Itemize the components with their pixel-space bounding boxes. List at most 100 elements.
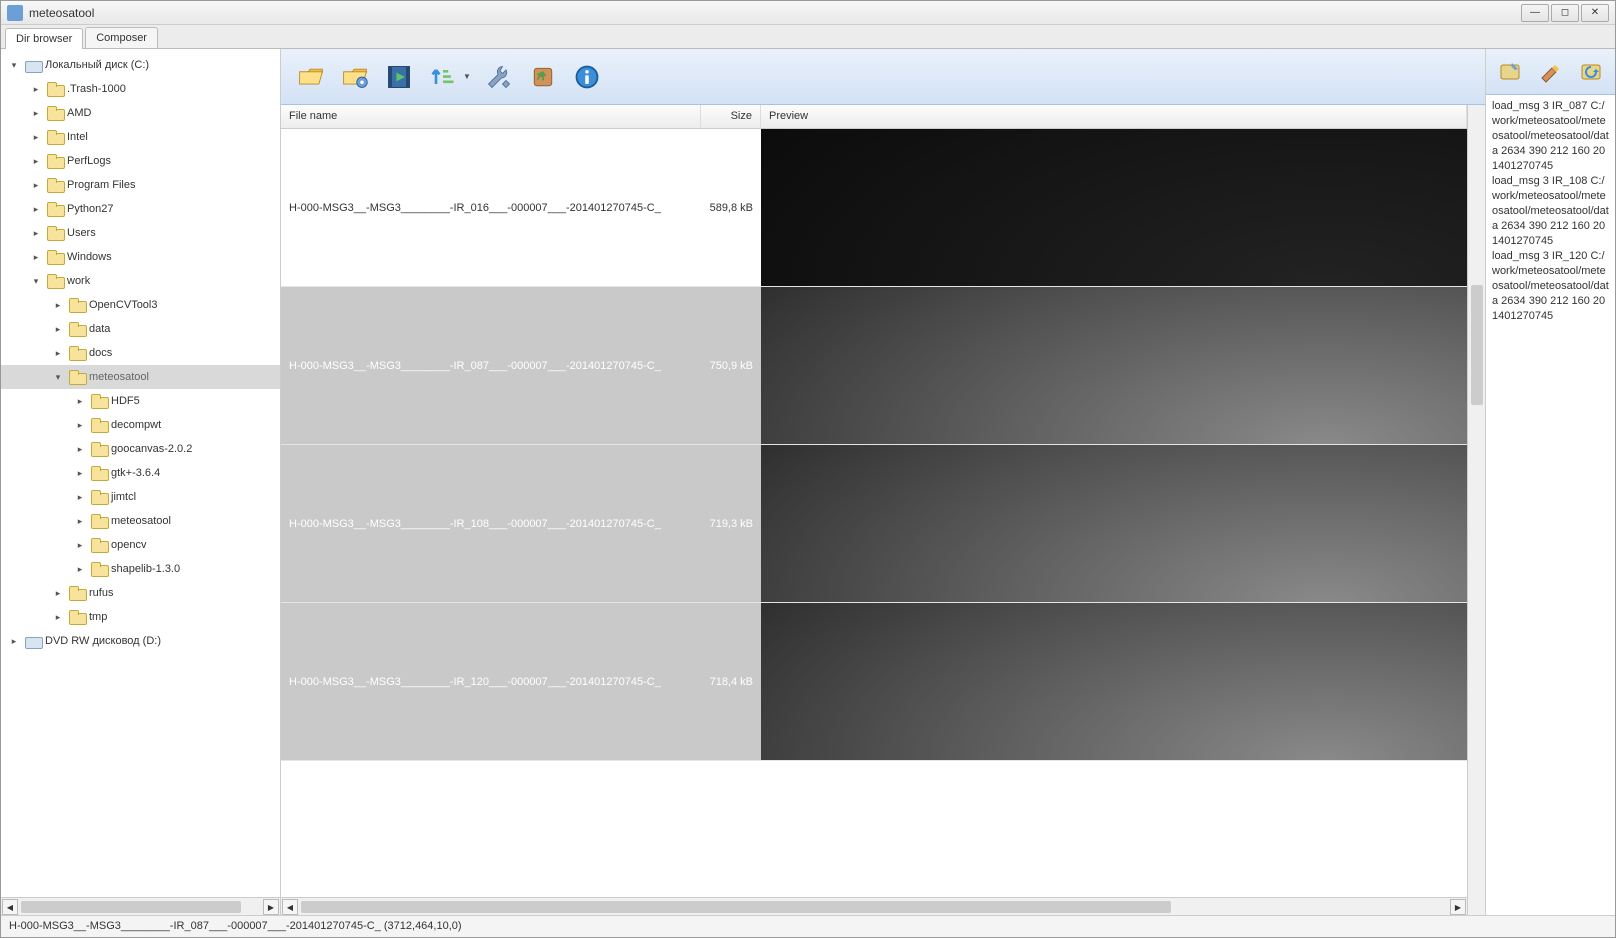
sort-dropdown-arrow-icon[interactable]: ▼ — [463, 72, 471, 81]
film-play-button[interactable] — [383, 61, 415, 93]
tree-node[interactable]: ▸PerfLogs — [1, 149, 280, 173]
expand-icon[interactable]: ▸ — [29, 180, 43, 191]
main-panel: ▼ File name Size Preview — [281, 49, 1485, 915]
folder-icon — [91, 514, 107, 528]
tree-node[interactable]: ▸ .Trash-1000 — [1, 77, 280, 101]
tree-node[interactable]: ▾work — [1, 269, 280, 293]
tree-node[interactable]: ▸Users — [1, 221, 280, 245]
console-clear-button[interactable] — [1536, 58, 1564, 86]
tools-button[interactable] — [483, 61, 515, 93]
expand-icon[interactable]: ▸ — [73, 564, 87, 575]
tree-node[interactable]: ▸decompwt — [1, 413, 280, 437]
tree-node[interactable]: ▸ docs — [1, 341, 280, 365]
expand-icon[interactable]: ▸ — [73, 444, 87, 455]
tree-node[interactable]: ▸Python27 — [1, 197, 280, 221]
expand-icon[interactable]: ▸ — [73, 468, 87, 479]
expand-icon[interactable]: ▸ — [51, 300, 65, 311]
col-preview[interactable]: Preview — [761, 105, 1467, 128]
expand-icon[interactable]: ▸ — [29, 132, 43, 143]
file-preview — [761, 287, 1467, 444]
filelist-hscrollbar[interactable]: ◀ ▶ — [281, 897, 1467, 915]
expand-icon[interactable]: ▸ — [73, 516, 87, 527]
close-button[interactable]: ✕ — [1581, 4, 1609, 22]
expand-icon[interactable]: ▸ — [51, 324, 65, 335]
col-filename[interactable]: File name — [281, 105, 701, 128]
tab-composer[interactable]: Composer — [85, 27, 158, 48]
sort-button[interactable] — [427, 61, 459, 93]
tree-node-label: Локальный диск (C:) — [45, 59, 149, 71]
expand-icon[interactable]: ▸ — [73, 492, 87, 503]
file-name: H-000-MSG3__-MSG3________-IR_108___-0000… — [281, 518, 701, 530]
console-run-button[interactable] — [1496, 58, 1524, 86]
folder-icon — [69, 586, 85, 600]
tree-node[interactable]: ▸ tmp — [1, 605, 280, 629]
info-button[interactable] — [571, 61, 603, 93]
collapse-icon[interactable]: ▾ — [29, 276, 43, 287]
tree-node[interactable]: ▸OpenCVTool3 — [1, 293, 280, 317]
scrollbar-thumb[interactable] — [1471, 285, 1483, 405]
col-size[interactable]: Size — [701, 105, 761, 128]
tree-node[interactable]: ▸Program Files — [1, 173, 280, 197]
tree-node[interactable]: ▸HDF5 — [1, 389, 280, 413]
tree-node-label: docs — [89, 347, 112, 359]
tree-node-label: tmp — [89, 611, 107, 623]
tree-node[interactable]: ▸opencv — [1, 533, 280, 557]
file-row[interactable]: H-000-MSG3__-MSG3________-IR_016___-0000… — [281, 129, 1467, 287]
tree-node[interactable]: ▸goocanvas-2.0.2 — [1, 437, 280, 461]
tree-node[interactable]: ▸gtk+-3.6.4 — [1, 461, 280, 485]
app-window: meteosatool — ◻ ✕ Dir browser Composer ▾… — [0, 0, 1616, 938]
tree-node-label: AMD — [67, 107, 91, 119]
expand-icon[interactable]: ▸ — [73, 396, 87, 407]
expand-icon[interactable]: ▸ — [29, 84, 43, 95]
tree-node-label: .Trash-1000 — [67, 83, 126, 95]
scroll-left-icon[interactable]: ◀ — [2, 899, 18, 915]
file-row[interactable]: H-000-MSG3__-MSG3________-IR_120___-0000… — [281, 603, 1467, 761]
expand-icon[interactable]: ▸ — [29, 108, 43, 119]
scrollbar-thumb[interactable] — [301, 901, 1171, 913]
file-row[interactable]: H-000-MSG3__-MSG3________-IR_108___-0000… — [281, 445, 1467, 603]
tree-node[interactable]: ▸data — [1, 317, 280, 341]
tree-node[interactable]: ▾ Локальный диск (C:) — [1, 53, 280, 77]
expand-icon[interactable]: ▸ — [73, 420, 87, 431]
tree-node[interactable]: ▸ AMD — [1, 101, 280, 125]
console-reload-button[interactable] — [1577, 58, 1605, 86]
collapse-icon[interactable]: ▾ — [51, 372, 65, 383]
expand-icon[interactable]: ▸ — [29, 228, 43, 239]
tree-hscrollbar[interactable]: ◀ ▶ — [1, 897, 280, 915]
folder-icon — [47, 106, 63, 120]
scroll-right-icon[interactable]: ▶ — [263, 899, 279, 915]
expand-icon[interactable]: ▸ — [7, 636, 21, 647]
expand-icon[interactable]: ▸ — [29, 156, 43, 167]
tree-node[interactable]: ▸jimtcl — [1, 485, 280, 509]
scrollbar-thumb[interactable] — [21, 901, 241, 913]
scroll-left-icon[interactable]: ◀ — [282, 899, 298, 915]
expand-icon[interactable]: ▸ — [29, 204, 43, 215]
expand-icon[interactable]: ▸ — [51, 348, 65, 359]
tree-node[interactable]: ▸meteosatool — [1, 509, 280, 533]
file-list-header: File name Size Preview — [281, 105, 1467, 129]
file-size: 750,9 kB — [701, 360, 761, 372]
file-list[interactable]: H-000-MSG3__-MSG3________-IR_016___-0000… — [281, 129, 1467, 897]
expand-icon[interactable]: ▸ — [51, 588, 65, 599]
open-folder-button[interactable] — [295, 61, 327, 93]
tree-node[interactable]: ▸Intel — [1, 125, 280, 149]
tab-dir-browser[interactable]: Dir browser — [5, 28, 83, 49]
folder-gear-button[interactable] — [339, 61, 371, 93]
tree-node[interactable]: ▾meteosatool — [1, 365, 280, 389]
recycle-button[interactable] — [527, 61, 559, 93]
scroll-right-icon[interactable]: ▶ — [1450, 899, 1466, 915]
expand-icon[interactable]: ▸ — [51, 612, 65, 623]
collapse-icon[interactable]: ▾ — [7, 60, 21, 71]
expand-icon[interactable]: ▸ — [29, 252, 43, 263]
file-row[interactable]: H-000-MSG3__-MSG3________-IR_087___-0000… — [281, 287, 1467, 445]
maximize-button[interactable]: ◻ — [1551, 4, 1579, 22]
directory-tree[interactable]: ▾ Локальный диск (C:) ▸ .Trash-1000 ▸ AMD ▸Int… — [1, 49, 280, 897]
filelist-vscrollbar[interactable] — [1467, 105, 1485, 915]
tree-node[interactable]: ▸shapelib-1.3.0 — [1, 557, 280, 581]
minimize-button[interactable]: — — [1521, 4, 1549, 22]
tree-node[interactable]: ▸Windows — [1, 245, 280, 269]
tree-node[interactable]: ▸DVD RW дисковод (D:) — [1, 629, 280, 653]
expand-icon[interactable]: ▸ — [73, 540, 87, 551]
folder-icon — [91, 490, 107, 504]
tree-node[interactable]: ▸rufus — [1, 581, 280, 605]
